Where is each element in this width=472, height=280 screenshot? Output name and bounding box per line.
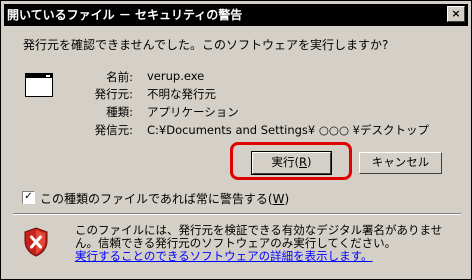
detail-label: 発行元: <box>94 87 133 101</box>
detail-row-origin: 発信元: C:¥Documents and Settings¥ ○○○ ¥デスク… <box>1 122 471 137</box>
detail-value: C:¥Documents and Settings¥ ○○○ ¥デスクトップ <box>147 123 429 137</box>
details-link[interactable]: 実行することのできるソフトウェアの詳細を表示します。 <box>75 249 373 263</box>
detail-label: 名前: <box>106 70 133 84</box>
detail-label: 種類: <box>106 105 133 119</box>
checkmark-icon: ✓ <box>24 191 33 202</box>
detail-value: verup.exe <box>147 69 205 83</box>
prompt-question: 発行元を確認できませんでした。このソフトウェアを実行しますか? <box>23 38 389 52</box>
detail-value: アプリケーション <box>147 105 239 119</box>
detail-row-type: 種類: アプリケーション <box>1 104 471 119</box>
detail-label: 発信元: <box>94 123 133 137</box>
close-button[interactable]: × <box>447 6 465 22</box>
separator <box>13 213 461 215</box>
title-bar[interactable]: 開いているファイル － セキュリティの警告 × <box>4 4 468 26</box>
warning-message: このファイルには、発行元を検証できる有効なデジタル署名がありません。信頼できる発… <box>75 223 443 263</box>
shield-x-icon <box>24 227 48 257</box>
detail-row-name: 名前: verup.exe <box>1 69 471 84</box>
detail-value: 不明な発行元 <box>147 87 216 101</box>
run-button[interactable]: 実行(R) <box>251 151 332 175</box>
security-warning-dialog: 開いているファイル － セキュリティの警告 × 発行元を確認できませんでした。こ… <box>0 0 472 280</box>
always-warn-label[interactable]: この種類のファイルであれば常に警告する(W) <box>40 190 289 207</box>
window-title: 開いているファイル － セキュリティの警告 <box>7 8 243 22</box>
always-warn-checkbox[interactable]: ✓ <box>22 191 35 204</box>
close-icon[interactable]: × <box>451 7 460 20</box>
detail-row-publisher: 発行元: 不明な発行元 <box>1 86 471 101</box>
cancel-button[interactable]: キャンセル <box>359 152 442 174</box>
